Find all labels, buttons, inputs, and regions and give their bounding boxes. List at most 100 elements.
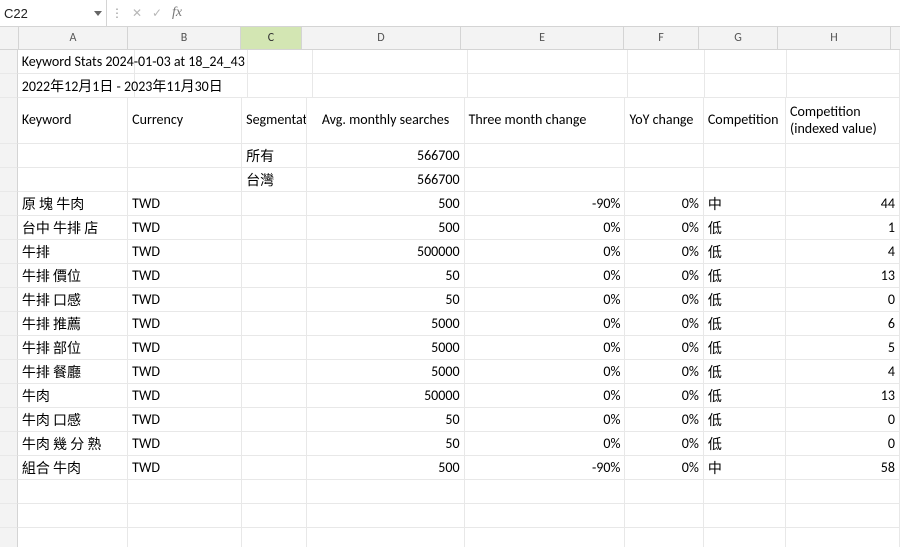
cell-competition-idx[interactable]: 0 <box>786 432 900 456</box>
cell-currency[interactable]: TWD <box>128 216 242 240</box>
cell[interactable] <box>786 168 900 192</box>
cell[interactable] <box>465 168 626 192</box>
cell-avg-searches[interactable]: 50 <box>307 264 464 288</box>
row-header[interactable] <box>0 504 18 528</box>
formula-more-icon[interactable]: ⋮ <box>107 6 127 21</box>
cell[interactable] <box>135 74 248 98</box>
cell-segmentation[interactable]: 所有 <box>242 144 307 168</box>
cell-competition[interactable]: 低 <box>704 216 786 240</box>
cell[interactable] <box>128 504 242 528</box>
cell-three-month[interactable]: 0% <box>465 312 626 336</box>
cell[interactable] <box>242 192 307 216</box>
cell[interactable] <box>242 480 307 504</box>
cell-keyword[interactable]: 台中 牛排 店 <box>18 216 128 240</box>
cell-competition-idx[interactable]: 13 <box>786 384 900 408</box>
cell-three-month[interactable]: 0% <box>465 216 626 240</box>
row-header[interactable] <box>0 456 18 480</box>
cell-three-month[interactable]: -90% <box>465 456 626 480</box>
header-competition[interactable]: Competition <box>704 98 786 144</box>
cell-three-month[interactable]: 0% <box>465 432 626 456</box>
cell-competition-idx[interactable]: 0 <box>786 408 900 432</box>
col-header-H[interactable]: H <box>778 27 891 49</box>
header-keyword[interactable]: Keyword <box>18 98 128 144</box>
row-header[interactable] <box>0 192 18 216</box>
header-currency[interactable]: Currency <box>128 98 242 144</box>
cell-competition[interactable]: 低 <box>704 432 786 456</box>
cell[interactable]: Keyword Stats 2024-01-03 at 18_24_43 <box>18 50 135 74</box>
cell-yoy[interactable]: 0% <box>625 288 703 312</box>
cell[interactable] <box>242 408 307 432</box>
cell-avg-searches[interactable]: 500 <box>307 456 464 480</box>
cell-currency[interactable]: TWD <box>128 192 242 216</box>
cell-keyword[interactable]: 牛肉 <box>18 384 128 408</box>
cell-currency[interactable]: TWD <box>128 384 242 408</box>
cell-currency[interactable]: TWD <box>128 336 242 360</box>
cell[interactable] <box>787 50 900 74</box>
cell[interactable] <box>313 74 469 98</box>
cell-keyword[interactable]: 牛排 <box>18 240 128 264</box>
cell-currency[interactable]: TWD <box>128 312 242 336</box>
accept-icon[interactable]: ✓ <box>147 6 167 21</box>
cell-three-month[interactable]: 0% <box>465 240 626 264</box>
header-competition-idx[interactable]: Competition (indexed value) <box>786 98 900 144</box>
cell[interactable] <box>704 168 786 192</box>
cell-keyword[interactable]: 牛肉 口感 <box>18 408 128 432</box>
cell[interactable] <box>625 480 703 504</box>
cell-yoy[interactable]: 0% <box>625 384 703 408</box>
cell-avg-searches[interactable]: 5000 <box>307 360 464 384</box>
cell-competition[interactable]: 中 <box>704 192 786 216</box>
cell[interactable] <box>625 168 703 192</box>
col-header-B[interactable]: B <box>128 27 241 49</box>
cell-yoy[interactable]: 0% <box>625 240 703 264</box>
cell[interactable] <box>242 504 307 528</box>
cell-avg-searches[interactable]: 50000 <box>307 384 464 408</box>
cell[interactable] <box>242 360 307 384</box>
row-header[interactable] <box>0 480 18 504</box>
cell-competition[interactable]: 低 <box>704 288 786 312</box>
cell-keyword[interactable]: 牛排 餐廳 <box>18 360 128 384</box>
cell[interactable] <box>786 480 900 504</box>
cell-avg-searches[interactable]: 566700 <box>307 168 464 192</box>
cell-competition-idx[interactable]: 4 <box>786 240 900 264</box>
cell-avg-searches[interactable]: 50 <box>307 288 464 312</box>
cell-yoy[interactable]: 0% <box>625 432 703 456</box>
cell-three-month[interactable]: 0% <box>465 384 626 408</box>
cell[interactable] <box>242 384 307 408</box>
cell-avg-searches[interactable]: 5000 <box>307 336 464 360</box>
cell-avg-searches[interactable]: 50 <box>307 432 464 456</box>
col-header-A[interactable]: A <box>19 27 128 49</box>
cell-keyword[interactable]: 原 塊 牛肉 <box>18 192 128 216</box>
cell[interactable] <box>242 528 307 547</box>
cell-avg-searches[interactable]: 500 <box>307 192 464 216</box>
cell-yoy[interactable]: 0% <box>625 216 703 240</box>
cell[interactable] <box>18 168 128 192</box>
cell[interactable] <box>18 480 128 504</box>
row-header[interactable] <box>0 384 18 408</box>
name-box[interactable] <box>0 1 90 25</box>
cell[interactable] <box>242 456 307 480</box>
cell-competition-idx[interactable]: 44 <box>786 192 900 216</box>
cell[interactable] <box>704 480 786 504</box>
cell-currency[interactable]: TWD <box>128 456 242 480</box>
cell-avg-searches[interactable]: 500 <box>307 216 464 240</box>
cell[interactable] <box>628 50 706 74</box>
cell-keyword[interactable]: 牛肉 幾 分 熟 <box>18 432 128 456</box>
cell[interactable] <box>18 528 128 547</box>
row-header[interactable] <box>0 216 18 240</box>
cell-keyword[interactable]: 牛排 部位 <box>18 336 128 360</box>
row-header[interactable] <box>0 240 18 264</box>
cell-currency[interactable]: TWD <box>128 240 242 264</box>
cell[interactable] <box>786 144 900 168</box>
row-header[interactable] <box>0 336 18 360</box>
cell[interactable] <box>242 288 307 312</box>
cell-keyword[interactable]: 牛排 口感 <box>18 288 128 312</box>
row-header[interactable] <box>0 360 18 384</box>
cell-competition[interactable]: 低 <box>704 336 786 360</box>
cell[interactable] <box>786 504 900 528</box>
row-header[interactable] <box>0 528 18 547</box>
row-header[interactable] <box>0 74 18 98</box>
cell[interactable] <box>307 504 464 528</box>
cell[interactable] <box>307 480 464 504</box>
cell[interactable] <box>625 504 703 528</box>
cell-competition[interactable]: 低 <box>704 264 786 288</box>
